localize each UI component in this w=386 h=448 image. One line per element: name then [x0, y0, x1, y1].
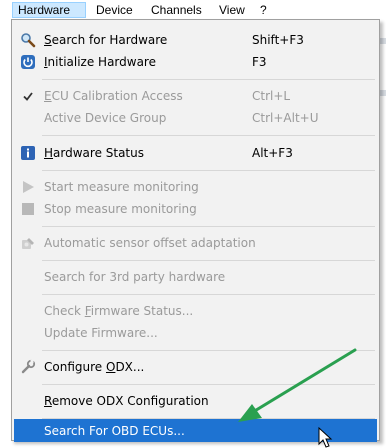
arrow-head [238, 404, 262, 422]
mouse-pointer-icon [318, 427, 333, 448]
annotation-arrow [238, 348, 357, 422]
app-window: Hardware Device Channels View ? Search f… [0, 0, 386, 448]
arrow-shaft [246, 348, 357, 417]
